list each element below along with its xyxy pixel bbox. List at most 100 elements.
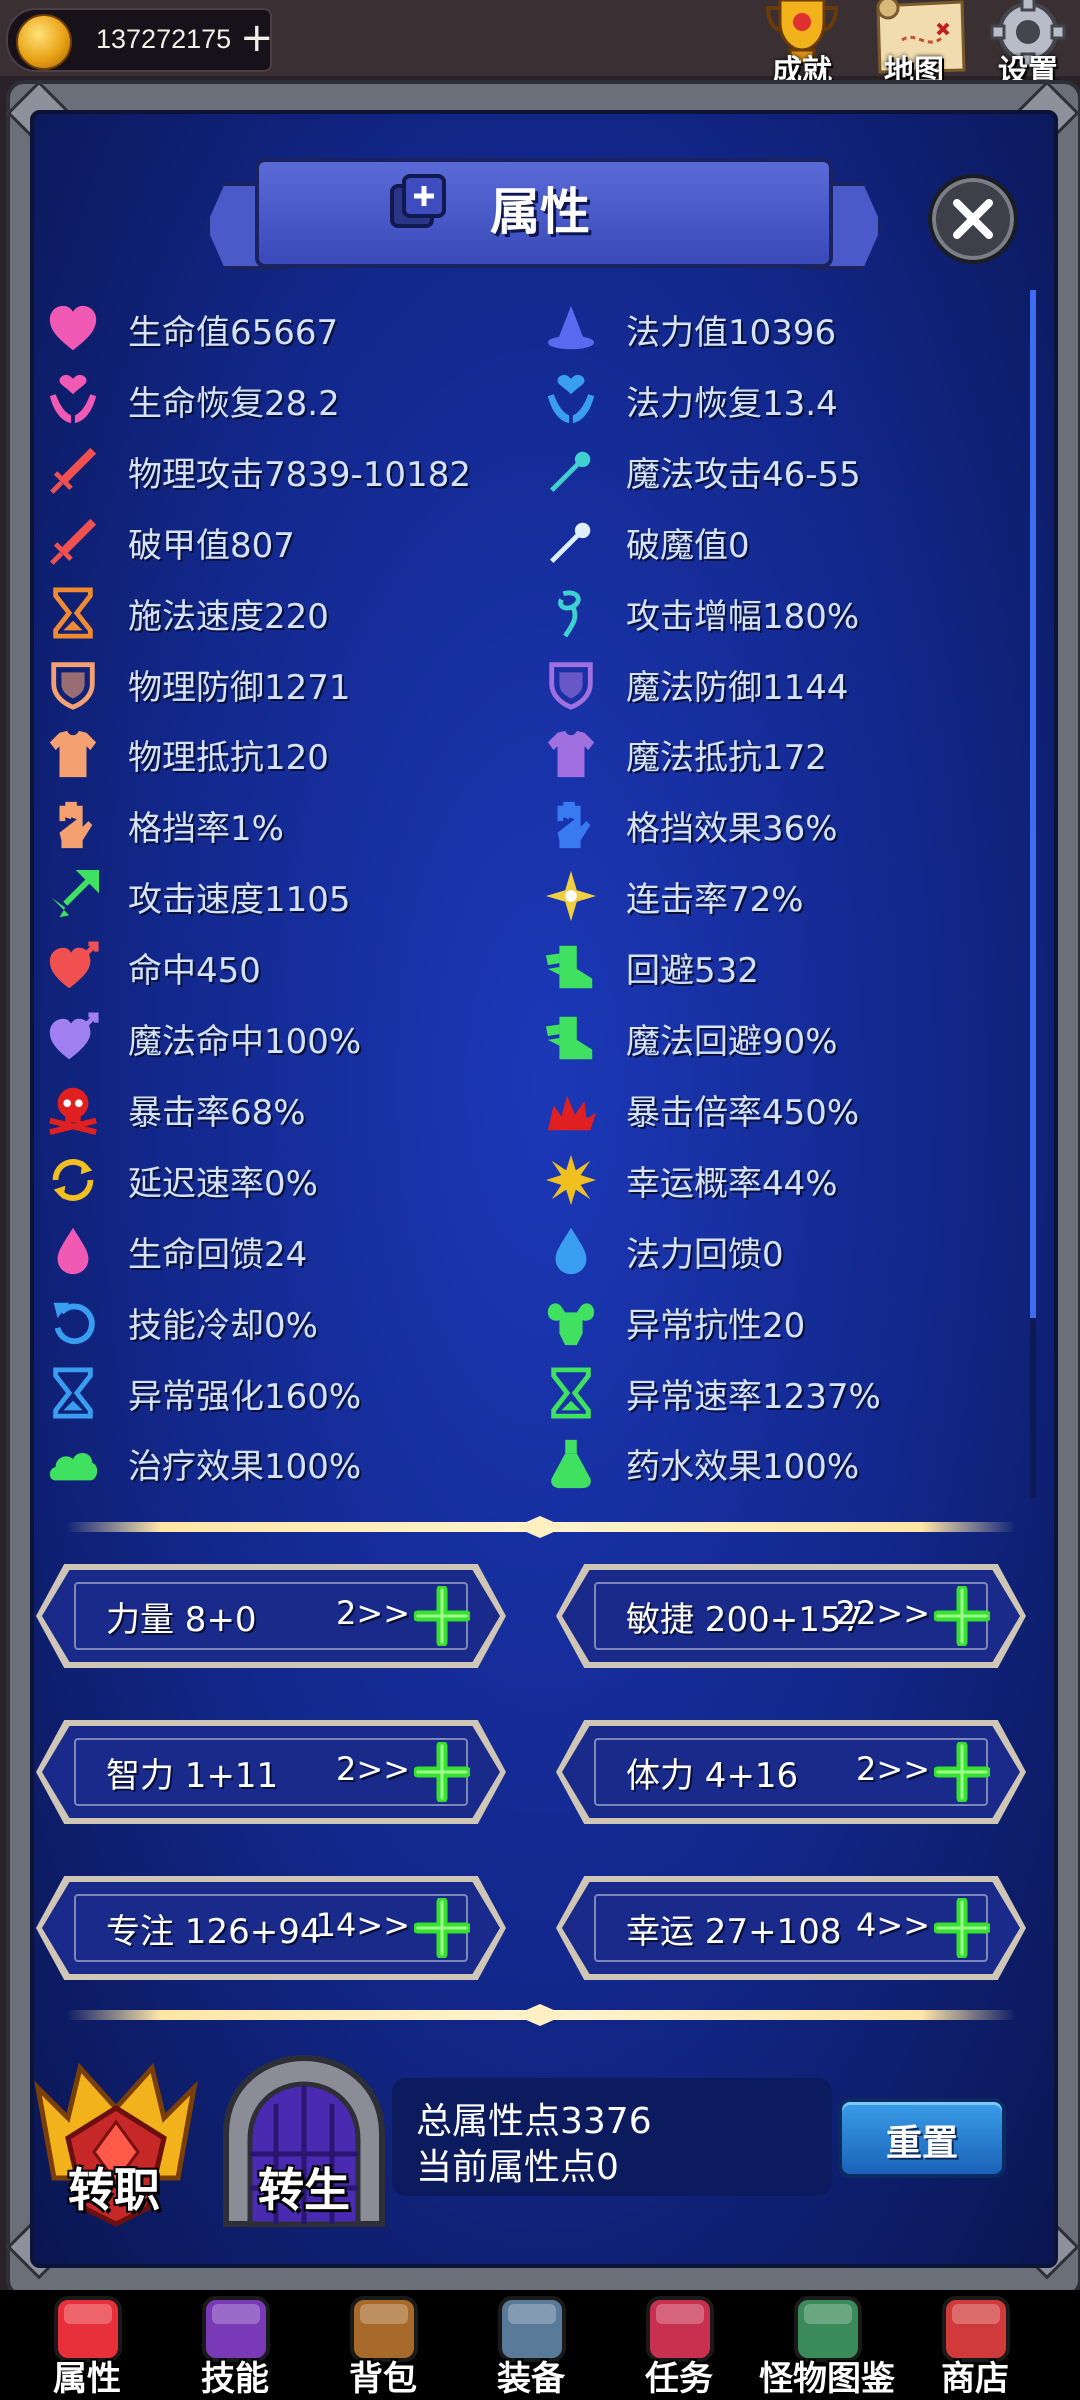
- map-button[interactable]: 地图: [872, 0, 966, 89]
- nav-item[interactable]: 任务: [604, 2290, 754, 2400]
- nav-item[interactable]: 怪物图鉴: [752, 2290, 902, 2400]
- attribute-cost: 14>>: [315, 1906, 410, 1944]
- nav-label: 技能: [201, 2359, 269, 2399]
- stats-scrollbar[interactable]: [1030, 290, 1036, 1498]
- stat-text: 施法速度220: [128, 596, 329, 637]
- stat-item: 攻击速度1105: [38, 861, 351, 931]
- plus-icon[interactable]: [934, 1742, 990, 1802]
- total-points: 总属性点3376: [416, 2101, 652, 2142]
- undo-icon: [38, 1287, 108, 1357]
- stat-text: 药水效果100%: [626, 1446, 860, 1487]
- drop-icon: [536, 1216, 606, 1286]
- nav-item[interactable]: 背包: [308, 2290, 458, 2400]
- lightning-arrow-icon: [38, 861, 108, 931]
- close-button[interactable]: [928, 174, 1018, 264]
- close-icon: [953, 199, 993, 239]
- swirl-icon: [536, 578, 606, 648]
- plus-icon[interactable]: [414, 1586, 470, 1646]
- glove-icon: [38, 790, 108, 860]
- stat-item: 物理攻击7839-10182: [38, 436, 471, 506]
- armor-icon: [38, 719, 108, 789]
- drop-icon: [38, 1216, 108, 1286]
- stat-text: 生命恢复28.2: [128, 383, 340, 424]
- stat-item: 格挡效果36%: [536, 790, 838, 860]
- hands-heart-icon: [536, 365, 606, 435]
- nav-item[interactable]: 商店: [900, 2290, 1050, 2400]
- stat-text: 法力回馈0: [626, 1234, 784, 1275]
- stat-text: 治疗效果100%: [128, 1446, 362, 1487]
- plus-icon[interactable]: [414, 1898, 470, 1958]
- muscle-icon: [536, 1287, 606, 1357]
- plus-icon[interactable]: [934, 1898, 990, 1958]
- stat-text: 魔法攻击46-55: [626, 454, 861, 495]
- attribute-name: 幸运 27+108: [626, 1912, 842, 1952]
- rebirth-label: 转生: [258, 2163, 350, 2217]
- reset-label: 重置: [885, 2123, 958, 2164]
- stat-item: 法力回馈0: [536, 1216, 784, 1286]
- attribute-cost: 4>>: [856, 1906, 930, 1944]
- settings-button[interactable]: 设置: [986, 0, 1070, 89]
- shield-icon: [38, 649, 108, 719]
- gold-coin-icon: [16, 14, 72, 70]
- stat-text: 物理攻击7839-10182: [128, 454, 471, 495]
- burst-icon: [536, 1074, 606, 1144]
- stat-item: 物理抵抗120: [38, 719, 329, 789]
- stat-text: 暴击倍率450%: [626, 1092, 860, 1133]
- stat-text: 格挡效果36%: [626, 808, 838, 849]
- plus-icon[interactable]: [414, 1742, 470, 1802]
- stat-item: 暴击倍率450%: [536, 1074, 859, 1144]
- gold-display: 137272175 +: [6, 8, 274, 72]
- plus-icon[interactable]: [934, 1586, 990, 1646]
- stat-text: 魔法抵抗172: [626, 737, 827, 778]
- attribute-allocator: 智力 1+11 2>>: [36, 1720, 506, 1824]
- job-change-button[interactable]: 转职: [28, 2048, 204, 2228]
- attribute-allocator: 敏捷 200+157 22>>: [556, 1564, 1026, 1668]
- add-gold-button[interactable]: +: [240, 16, 274, 60]
- stat-text: 魔法防御1144: [626, 667, 849, 708]
- stat-item: 物理防御1271: [38, 649, 351, 719]
- stat-text: 幸运概率44%: [626, 1163, 838, 1204]
- stat-item: 连击率72%: [536, 861, 804, 931]
- nav-item[interactable]: 装备: [456, 2290, 606, 2400]
- stat-text: 命中450: [128, 950, 261, 991]
- attribute-cost: 2>>: [336, 1750, 410, 1788]
- stats-list[interactable]: 生命值65667 生命恢复28.2 物理攻击7839-10182 破甲值807 施法速度…: [36, 290, 1036, 1498]
- attribute-name: 专注 126+94: [106, 1912, 322, 1952]
- rebirth-button[interactable]: 转生: [216, 2054, 392, 2230]
- heart-arrow-icon: [38, 1003, 108, 1073]
- armor-icon: [536, 719, 606, 789]
- stat-text: 法力恢复13.4: [626, 383, 838, 424]
- attribute-name: 智力 1+11: [106, 1756, 279, 1796]
- attribute-name: 力量 8+0: [106, 1600, 257, 1640]
- winged-boot-icon: [536, 932, 606, 1002]
- nav-label: 属性: [53, 2359, 121, 2399]
- attribute-allocator: 幸运 27+108 4>>: [556, 1876, 1026, 1980]
- reset-button[interactable]: 重置: [838, 2098, 1006, 2178]
- stat-item: 回避532: [536, 932, 759, 1002]
- stat-text: 法力值10396: [626, 312, 837, 353]
- skull-icon: [38, 1074, 108, 1144]
- winged-boot-icon: [536, 1003, 606, 1073]
- stat-text: 破魔值0: [626, 525, 750, 566]
- heart-arrow-icon: [38, 932, 108, 1002]
- stat-item: 异常抗性20: [536, 1287, 805, 1357]
- nav-label: 任务: [645, 2359, 713, 2399]
- achievement-button[interactable]: 成就: [760, 0, 844, 89]
- stat-item: 魔法防御1144: [536, 649, 849, 719]
- nav-item[interactable]: 技能: [160, 2290, 310, 2400]
- stat-item: 生命恢复28.2: [38, 365, 340, 435]
- stat-text: 生命值65667: [128, 312, 339, 353]
- stat-item: 法力恢复13.4: [536, 365, 838, 435]
- sword-icon: [38, 507, 108, 577]
- stat-text: 暴击率68%: [128, 1092, 306, 1133]
- stat-text: 格挡率1%: [128, 808, 284, 849]
- gold-amount: 137272175: [96, 24, 232, 54]
- nav-item[interactable]: 属性: [12, 2290, 162, 2400]
- wand-icon: [536, 507, 606, 577]
- stat-item: 施法速度220: [38, 578, 329, 648]
- stat-item: 延迟速率0%: [38, 1145, 318, 1215]
- stat-text: 物理防御1271: [128, 667, 351, 708]
- attribute-plus-icon: [390, 174, 446, 228]
- scrollbar-thumb[interactable]: [1030, 290, 1036, 1318]
- stat-item: 格挡率1%: [38, 790, 284, 860]
